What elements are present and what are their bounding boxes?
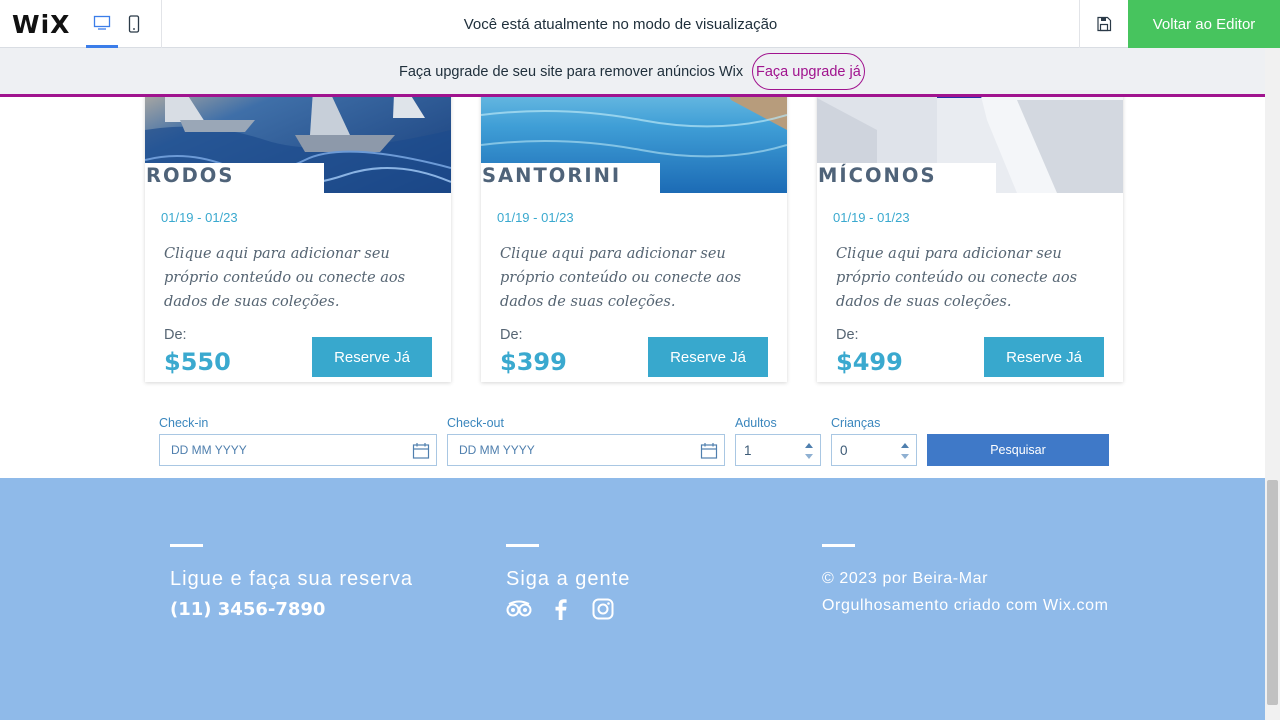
preview-mode-message: Você está atualmente no modo de visualiz… xyxy=(463,16,778,33)
desktop-view-button[interactable] xyxy=(86,0,118,48)
save-icon xyxy=(1097,16,1112,32)
price-from-label: De: xyxy=(836,327,859,343)
destination-card: MÍCONOS 01/19 - 01/23 Clique aqui para a… xyxy=(817,60,1123,382)
phone-number[interactable]: (11) 3456-7890 xyxy=(170,599,325,620)
price-from-label: De: xyxy=(164,327,187,343)
wix-preview-toolbar: WiX Você está atualmente no modo de visu… xyxy=(0,0,1280,48)
adults-stepper[interactable]: 1 xyxy=(735,434,821,466)
adults-value: 1 xyxy=(744,443,752,458)
destination-description: Clique aqui para adicionar seu próprio c… xyxy=(164,246,406,310)
wix-logo[interactable]: WiX xyxy=(12,10,70,39)
children-value: 0 xyxy=(840,443,848,458)
reserve-button[interactable]: Reserve Já xyxy=(984,337,1104,377)
instagram-icon[interactable] xyxy=(592,597,614,621)
destination-title: SANTORINI xyxy=(482,164,622,187)
children-stepper[interactable]: 0 xyxy=(831,434,917,466)
facebook-icon[interactable] xyxy=(552,597,570,621)
calendar-icon[interactable] xyxy=(700,442,718,460)
destination-description: Clique aqui para adicionar seu próprio c… xyxy=(500,246,742,310)
mobile-view-button[interactable] xyxy=(118,0,150,48)
adults-label: Adultos xyxy=(735,416,777,430)
site-footer: Ligue e faça sua reserva (11) 3456-7890 … xyxy=(0,478,1265,720)
trip-dates: 01/19 - 01/23 xyxy=(833,210,910,225)
checkout-label: Check-out xyxy=(447,416,504,430)
copyright-text: © 2023 por Beira-Mar xyxy=(822,570,989,587)
price: $499 xyxy=(836,348,903,376)
trip-dates: 01/19 - 01/23 xyxy=(161,210,238,225)
credit-text[interactable]: Orgulhosamento criado com Wix.com xyxy=(822,597,1109,615)
destination-card: SANTORINI 01/19 - 01/23 Clique aqui para… xyxy=(481,60,787,382)
destination-title: RODOS xyxy=(146,164,235,187)
checkout-date-field[interactable]: DD MM YYYY xyxy=(447,434,725,466)
reserve-button[interactable]: Reserve Já xyxy=(312,337,432,377)
children-label: Crianças xyxy=(831,416,881,430)
back-to-editor-button[interactable]: Voltar ao Editor xyxy=(1128,0,1280,48)
divider xyxy=(170,544,203,547)
upgrade-now-link[interactable]: Faça upgrade já xyxy=(752,53,865,90)
destination-card: RODOS 01/19 - 01/23 Clique aqui para adi… xyxy=(145,60,451,382)
destination-description: Clique aqui para adicionar seu próprio c… xyxy=(836,246,1078,310)
stepper-arrows-icon[interactable] xyxy=(804,441,814,461)
desktop-icon xyxy=(93,15,111,30)
stepper-arrows-icon[interactable] xyxy=(900,441,910,461)
tripadvisor-icon[interactable] xyxy=(506,597,532,621)
contact-heading: Ligue e faça sua reserva xyxy=(170,568,414,590)
save-button[interactable] xyxy=(1080,0,1128,48)
checkin-placeholder: DD MM YYYY xyxy=(171,443,247,457)
page-scrollbar-thumb[interactable] xyxy=(1267,480,1278,705)
search-button[interactable]: Pesquisar xyxy=(927,434,1109,466)
divider xyxy=(822,544,855,547)
trip-dates: 01/19 - 01/23 xyxy=(497,210,574,225)
price: $550 xyxy=(164,348,231,376)
follow-heading: Siga a gente xyxy=(506,568,631,590)
checkin-date-field[interactable]: DD MM YYYY xyxy=(159,434,437,466)
mobile-icon xyxy=(128,15,140,33)
checkout-placeholder: DD MM YYYY xyxy=(459,443,535,457)
price-from-label: De: xyxy=(500,327,523,343)
price: $399 xyxy=(500,348,567,376)
upgrade-banner: Faça upgrade de seu site para remover an… xyxy=(0,48,1265,97)
destination-title: MÍCONOS xyxy=(818,164,937,187)
calendar-icon[interactable] xyxy=(412,442,430,460)
upgrade-banner-text: Faça upgrade de seu site para remover an… xyxy=(399,64,744,80)
divider xyxy=(506,544,539,547)
reserve-button[interactable]: Reserve Já xyxy=(648,337,768,377)
checkin-label: Check-in xyxy=(159,416,209,430)
